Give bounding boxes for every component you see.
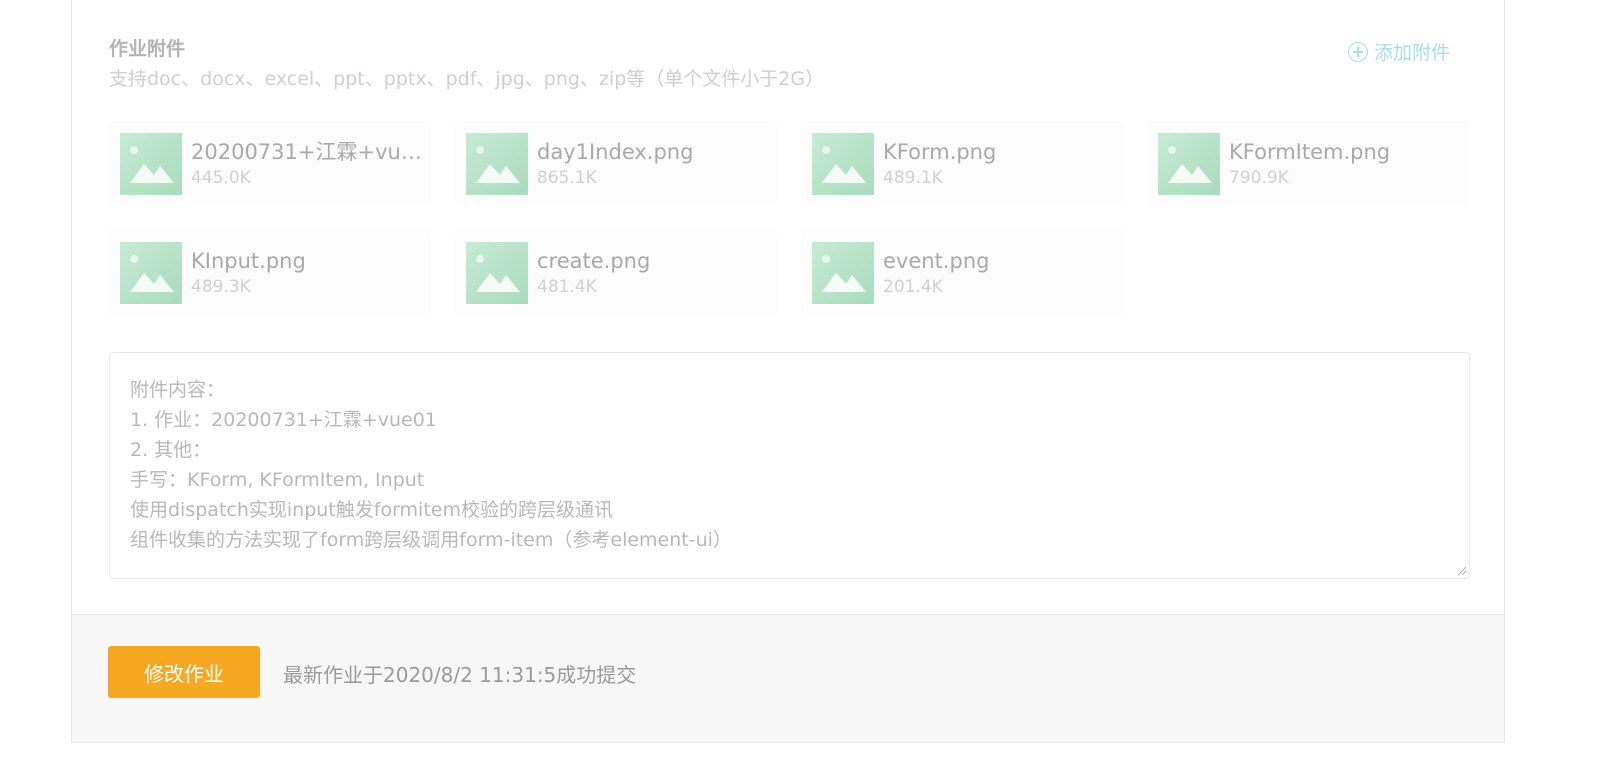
content-line: 1. 作业：20200731+江霖+vue01	[130, 409, 437, 431]
content-line: 2. 其他：	[130, 439, 212, 461]
content-line: 组件收集的方法实现了form跨层级调用form-item（参考element-u…	[130, 529, 732, 551]
attachment-list: 20200731+江霖+vue0... 445.0K day1Index.png 86…	[109, 121, 1469, 315]
image-icon	[120, 132, 182, 195]
attachment-size: 201.4K	[883, 277, 943, 297]
add-attachment-button[interactable]: 添加附件	[1347, 38, 1450, 65]
attachment-size: 790.9K	[1229, 168, 1289, 188]
attachments-title: 作业附件	[109, 38, 186, 60]
footer-bar: 修改作业 最新作业于2020/8/2 11:31:5成功提交	[72, 614, 1504, 742]
edit-homework-button[interactable]: 修改作业	[108, 646, 260, 698]
homework-panel: 作业附件 支持doc、docx、excel、ppt、pptx、pdf、jpg、p…	[71, 0, 1505, 743]
attachment-name: day1Index.png	[537, 140, 694, 164]
image-icon	[120, 241, 182, 304]
attachment-size: 445.0K	[191, 168, 251, 188]
attachment-card[interactable]: KFormItem.png 790.9K	[1147, 121, 1469, 206]
attachment-name: KFormItem.png	[1229, 140, 1391, 164]
attachment-card[interactable]: event.png 201.4K	[801, 230, 1123, 315]
plus-circle-icon	[1347, 41, 1368, 62]
attachment-size: 489.3K	[191, 277, 251, 297]
content-line: 附件内容：	[130, 379, 226, 401]
attachment-size: 865.1K	[537, 168, 597, 188]
attachment-name: 20200731+江霖+vue0...	[191, 140, 426, 164]
attachment-content-textarea[interactable]: 附件内容： 1. 作业：20200731+江霖+vue01 2. 其他： 手写：KFo…	[109, 352, 1470, 579]
submit-status-text: 最新作业于2020/8/2 11:31:5成功提交	[283, 663, 637, 687]
attachment-card[interactable]: create.png 481.4K	[455, 230, 777, 315]
attachment-card[interactable]: KForm.png 489.1K	[801, 121, 1123, 206]
attachment-size: 489.1K	[883, 168, 943, 188]
attachment-card[interactable]: KInput.png 489.3K	[109, 230, 431, 315]
attachments-hint: 支持doc、docx、excel、ppt、pptx、pdf、jpg、png、zi…	[109, 68, 825, 90]
content-line: 手写：KForm, KFormItem, Input	[130, 469, 425, 491]
image-icon	[466, 132, 528, 195]
attachment-name: create.png	[537, 249, 651, 273]
attachment-name: event.png	[883, 249, 990, 273]
content-line: 使用dispatch实现input触发formitem校验的跨层级通讯	[130, 499, 613, 521]
image-icon	[812, 132, 874, 195]
image-icon	[1158, 132, 1220, 195]
attachment-name: KForm.png	[883, 140, 997, 164]
attachment-card[interactable]: day1Index.png 865.1K	[455, 121, 777, 206]
image-icon	[466, 241, 528, 304]
attachment-name: KInput.png	[191, 249, 306, 273]
attachment-size: 481.4K	[537, 277, 597, 297]
resize-handle-icon[interactable]	[1455, 564, 1467, 576]
image-icon	[812, 241, 874, 304]
add-attachment-label: 添加附件	[1373, 42, 1450, 64]
attachment-card[interactable]: 20200731+江霖+vue0... 445.0K	[109, 121, 431, 206]
